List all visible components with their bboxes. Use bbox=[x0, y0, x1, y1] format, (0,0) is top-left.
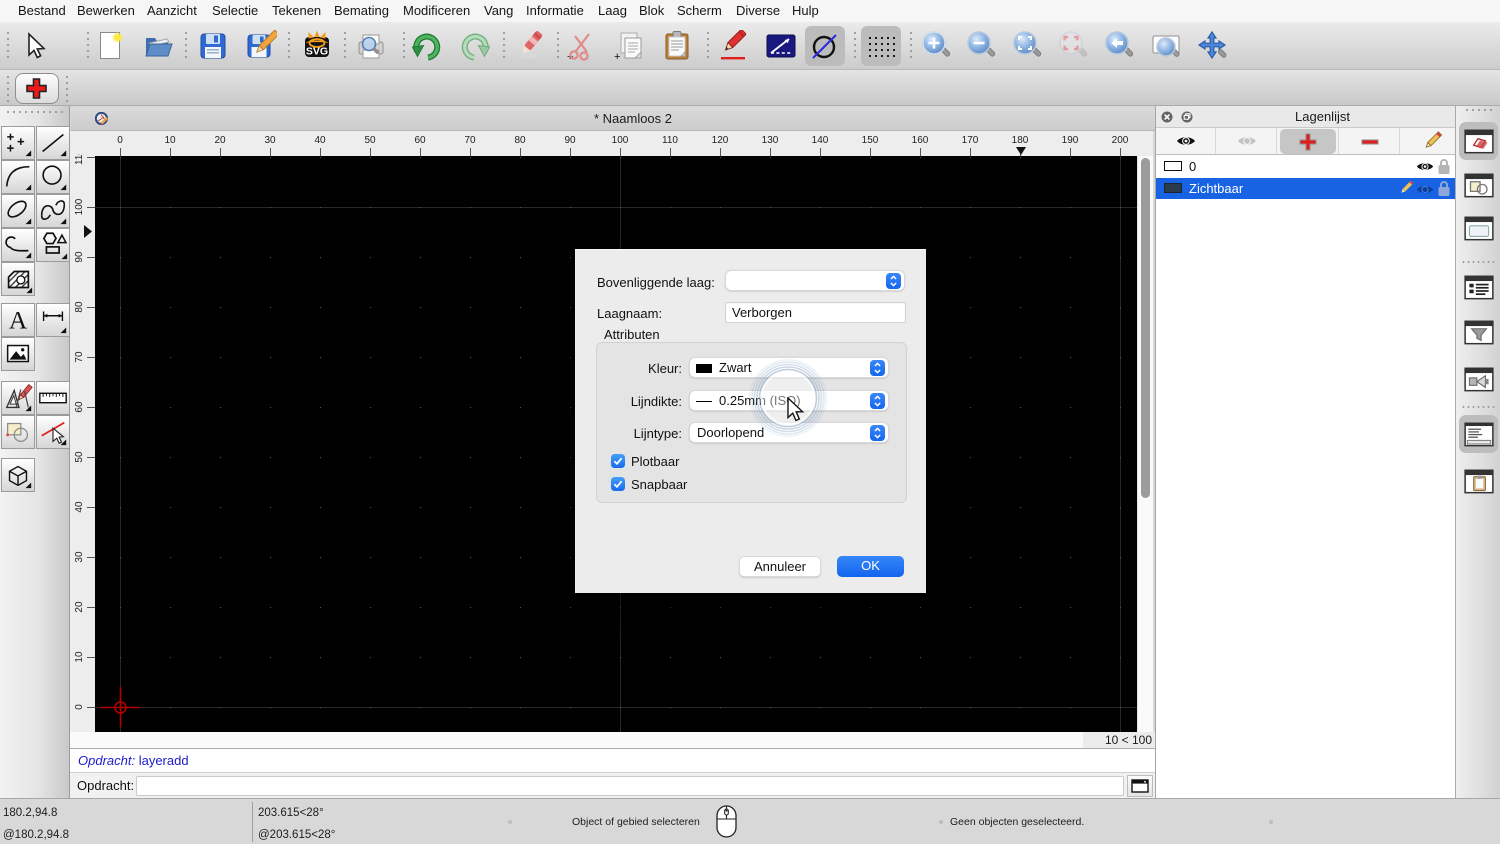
svg-text:200: 200 bbox=[1112, 135, 1129, 146]
svg-text:70: 70 bbox=[74, 351, 85, 363]
svg-text:100: 100 bbox=[74, 198, 85, 215]
svg-text:10: 10 bbox=[164, 135, 176, 146]
svg-text:90: 90 bbox=[74, 251, 85, 263]
svg-text:50: 50 bbox=[74, 451, 85, 463]
svg-text:SVG: SVG bbox=[306, 46, 328, 58]
svg-text:120: 120 bbox=[712, 135, 729, 146]
svg-text:110: 110 bbox=[662, 135, 678, 146]
svg-text:180: 180 bbox=[1012, 135, 1029, 146]
svg-text:130: 130 bbox=[762, 135, 779, 146]
svg-text:110: 110 bbox=[74, 149, 85, 165]
svg-text:90: 90 bbox=[564, 135, 576, 146]
svg-text:30: 30 bbox=[74, 551, 85, 563]
svg-text:150: 150 bbox=[862, 135, 879, 146]
svg-text:+: + bbox=[614, 51, 620, 62]
svg-text:190: 190 bbox=[1062, 135, 1079, 146]
svg-text:50: 50 bbox=[364, 135, 376, 146]
svg-text:140: 140 bbox=[812, 135, 829, 146]
svg-text:0: 0 bbox=[117, 135, 123, 146]
svg-text:80: 80 bbox=[74, 301, 85, 313]
svg-text:10: 10 bbox=[74, 651, 85, 663]
svg-text:60: 60 bbox=[74, 401, 85, 413]
svg-text:160: 160 bbox=[912, 135, 929, 146]
svg-text:20: 20 bbox=[74, 601, 85, 613]
svg-text:0: 0 bbox=[74, 704, 85, 710]
svg-text:30: 30 bbox=[264, 135, 276, 146]
svg-text:A: A bbox=[9, 306, 28, 334]
svg-text:60: 60 bbox=[414, 135, 426, 146]
svg-text:20: 20 bbox=[214, 135, 226, 146]
svg-text:40: 40 bbox=[74, 501, 85, 513]
svg-text:80: 80 bbox=[514, 135, 526, 146]
svg-text:170: 170 bbox=[962, 135, 979, 146]
svg-text:40: 40 bbox=[314, 135, 326, 146]
svg-text:70: 70 bbox=[464, 135, 476, 146]
svg-text:100: 100 bbox=[612, 135, 629, 146]
